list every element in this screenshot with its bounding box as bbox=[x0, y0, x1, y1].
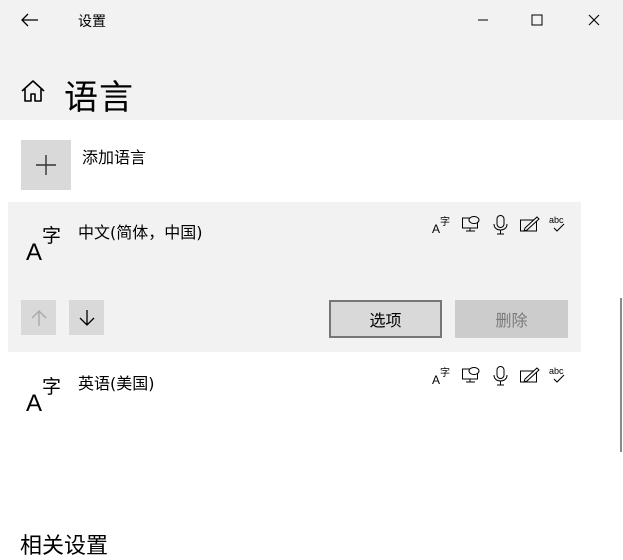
svg-text:字: 字 bbox=[440, 215, 450, 228]
language-name: 中文(简体，中国) bbox=[78, 223, 203, 242]
language-item-chinese[interactable]: A 字 中文(简体，中国) A字 abc 选项 删除 bbox=[8, 202, 581, 352]
arrow-up-icon bbox=[31, 309, 46, 326]
spell-check-icon: abc bbox=[548, 214, 569, 235]
svg-text:A: A bbox=[432, 373, 440, 386]
plus-icon bbox=[36, 155, 56, 175]
handwriting-icon bbox=[519, 214, 540, 235]
language-capabilities: A字 abc bbox=[432, 365, 569, 386]
svg-text:字: 字 bbox=[42, 225, 61, 247]
maximize-icon bbox=[531, 14, 543, 26]
svg-text:字: 字 bbox=[42, 376, 61, 398]
related-settings-title: 相关设置 bbox=[20, 534, 109, 559]
svg-text:abc: abc bbox=[549, 215, 564, 225]
move-down-button[interactable] bbox=[69, 300, 104, 335]
home-icon[interactable] bbox=[20, 78, 46, 104]
handwriting-icon bbox=[519, 365, 540, 386]
remove-button[interactable]: 删除 bbox=[455, 300, 568, 338]
add-language-button[interactable] bbox=[21, 140, 71, 190]
minimize-button[interactable] bbox=[460, 4, 506, 36]
language-name: 英语(美国) bbox=[78, 374, 155, 393]
language-item-english[interactable]: A 字 英语(美国) A字 abc bbox=[8, 353, 581, 423]
scrollbar[interactable] bbox=[620, 298, 622, 452]
svg-text:A: A bbox=[26, 239, 42, 262]
text-to-speech-icon bbox=[461, 365, 482, 386]
spell-check-icon: abc bbox=[548, 365, 569, 386]
add-language-label[interactable]: 添加语言 bbox=[82, 144, 146, 168]
close-icon bbox=[588, 14, 600, 26]
language-capabilities: A字 abc bbox=[432, 214, 569, 235]
speech-recognition-icon bbox=[490, 214, 511, 235]
back-button[interactable] bbox=[14, 6, 46, 34]
svg-text:A: A bbox=[26, 390, 42, 413]
page-title: 语言 bbox=[64, 78, 134, 118]
arrow-down-icon bbox=[79, 309, 94, 326]
minimize-icon bbox=[478, 19, 488, 21]
svg-text:字: 字 bbox=[440, 366, 450, 379]
arrow-left-icon bbox=[21, 13, 38, 27]
speech-recognition-icon bbox=[490, 365, 511, 386]
display-language-icon: A字 bbox=[432, 214, 453, 235]
close-button[interactable] bbox=[571, 4, 617, 36]
maximize-button[interactable] bbox=[514, 4, 560, 36]
display-language-icon: A字 bbox=[432, 365, 453, 386]
options-button[interactable]: 选项 bbox=[329, 300, 442, 338]
text-to-speech-icon bbox=[461, 214, 482, 235]
language-icon: A 字 bbox=[26, 225, 61, 262]
app-title: 设置 bbox=[78, 14, 106, 30]
svg-text:A: A bbox=[432, 222, 440, 235]
move-up-button[interactable] bbox=[21, 300, 56, 335]
svg-text:abc: abc bbox=[549, 366, 564, 376]
title-bar: 设置 语言 bbox=[0, 0, 623, 120]
language-icon: A 字 bbox=[26, 376, 61, 413]
